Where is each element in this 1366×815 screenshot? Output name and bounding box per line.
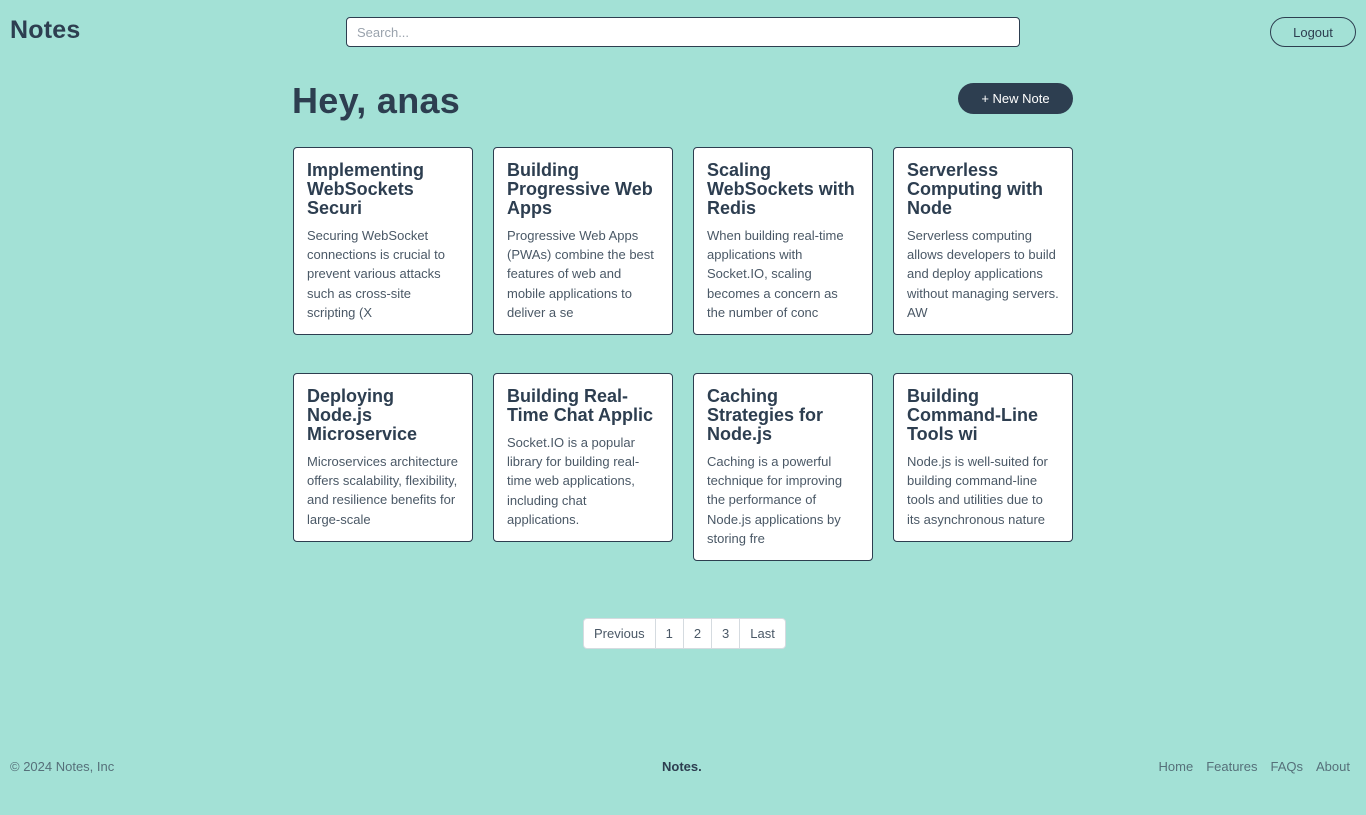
- footer-link-about[interactable]: About: [1316, 759, 1350, 774]
- note-card[interactable]: Caching Strategies for Node.js Caching i…: [693, 373, 873, 562]
- note-card[interactable]: Building Progressive Web Apps Progressiv…: [493, 147, 673, 336]
- note-card[interactable]: Building Command-Line Tools wi Node.js i…: [893, 373, 1073, 542]
- note-excerpt: Socket.IO is a popular library for build…: [507, 435, 640, 527]
- note-excerpt: Caching is a powerful technique for impr…: [707, 454, 843, 546]
- note-card[interactable]: Serverless Computing with Node Serverles…: [893, 147, 1073, 336]
- footer-nav: Home Features FAQs About: [1159, 759, 1351, 774]
- note-excerpt: Progressive Web Apps (PWAs) combine the …: [507, 228, 654, 320]
- note-title: Building Real-Time Chat Applic: [507, 386, 654, 425]
- pagination: Previous 1 2 3 Last: [583, 618, 786, 649]
- footer-link-faqs[interactable]: FAQs: [1271, 759, 1304, 774]
- pagination-page-1[interactable]: 1: [656, 619, 684, 648]
- pagination-previous[interactable]: Previous: [584, 619, 656, 648]
- search-input[interactable]: [346, 17, 1020, 47]
- note-card[interactable]: Scaling WebSockets with Redis When build…: [693, 147, 873, 336]
- note-card[interactable]: Deploying Node.js Microservice Microserv…: [293, 373, 473, 542]
- footer-copyright: © 2024 Notes, Inc: [10, 759, 115, 774]
- footer-link-features[interactable]: Features: [1206, 759, 1257, 774]
- footer-brand: Notes.: [662, 759, 702, 774]
- note-card[interactable]: Building Real-Time Chat Applic Socket.IO…: [493, 373, 673, 543]
- pagination-page-2[interactable]: 2: [684, 619, 713, 648]
- note-title: Building Command-Line Tools wi: [907, 386, 1039, 444]
- note-excerpt: Node.js is well-suited for building comm…: [907, 454, 1048, 527]
- note-card[interactable]: Implementing WebSockets Securi Securing …: [293, 147, 473, 336]
- note-excerpt: Serverless computing allows developers t…: [907, 228, 1059, 320]
- pagination-page-3[interactable]: 3: [712, 619, 741, 648]
- page-title: Hey, anas: [292, 80, 461, 121]
- note-title: Implementing WebSockets Securi: [307, 160, 425, 218]
- pagination-last[interactable]: Last: [740, 619, 785, 648]
- note-title: Building Progressive Web Apps: [507, 160, 653, 218]
- note-title: Serverless Computing with Node: [907, 160, 1043, 218]
- new-note-button[interactable]: + New Note: [958, 83, 1073, 114]
- footer-link-home[interactable]: Home: [1159, 759, 1194, 774]
- note-title: Caching Strategies for Node.js: [707, 386, 824, 444]
- note-title: Scaling WebSockets with Redis: [707, 160, 855, 218]
- page: Notes Logout Hey, anas + New Note Implem…: [0, 0, 1366, 815]
- note-excerpt: When building real-time applications wit…: [707, 228, 844, 320]
- logout-button[interactable]: Logout: [1270, 17, 1356, 47]
- note-excerpt: Securing WebSocket connections is crucia…: [307, 228, 446, 320]
- note-title: Deploying Node.js Microservice: [307, 386, 418, 444]
- note-excerpt: Microservices architecture offers scalab…: [307, 454, 458, 527]
- brand-logo[interactable]: Notes: [10, 16, 80, 45]
